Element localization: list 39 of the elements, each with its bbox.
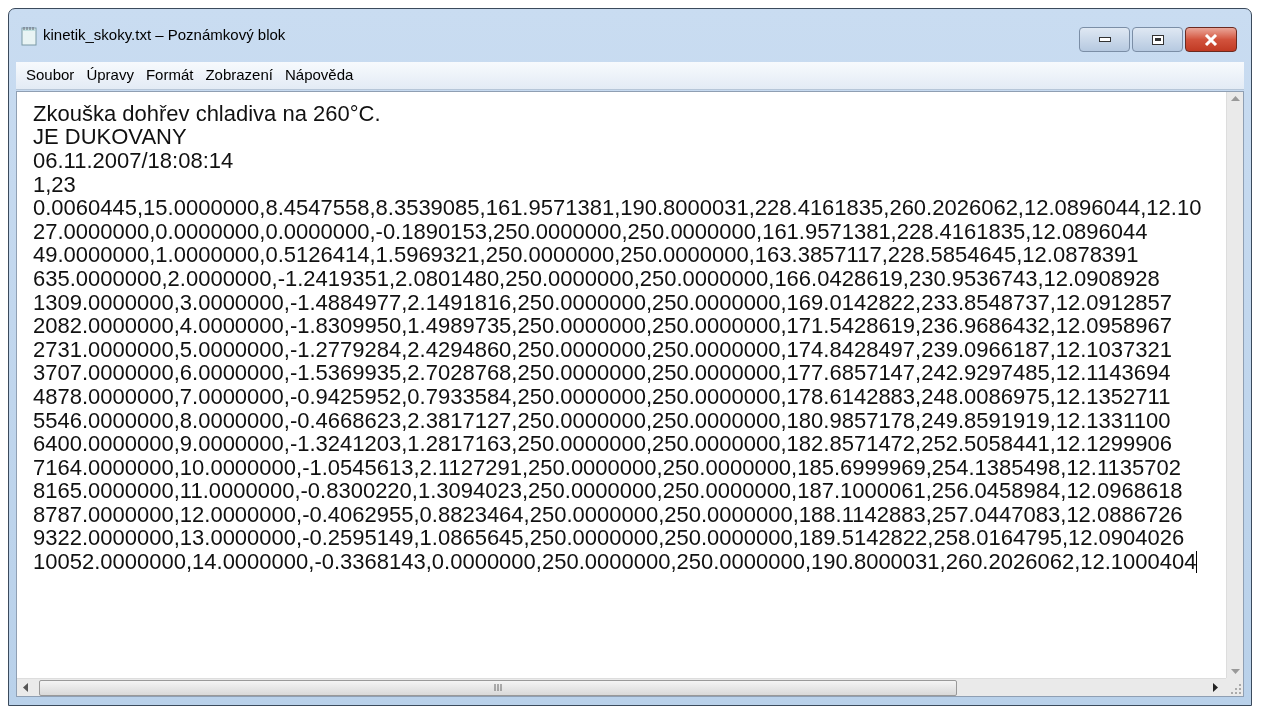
- text-line: 06.11.2007/18:08:14: [33, 149, 234, 173]
- maximize-icon: [1151, 34, 1164, 45]
- text-line: 2082.0000000,4.0000000,-1.8309950,1.4989735,250.0000000,250.0000000,171.5428619,236.9686432,12.0958967: [33, 314, 1172, 339]
- minimize-icon: [1098, 37, 1111, 42]
- text-line: 8787.0000000,12.0000000,-0.4062955,0.8823464,250.0000000,250.0000000,188.1142883,257.0447083,12.0886726: [33, 502, 1183, 527]
- menu-item[interactable]: Zobrazení: [199, 63, 279, 88]
- text-line: 635.0000000,2.0000000,-1.2419351,2.0801480,250.0000000,250.0000000,166.0428619,230.9536743,12.0908928: [33, 266, 1160, 291]
- minimize-button[interactable]: [1079, 27, 1130, 52]
- window-title: kinetik_skoky.txt – Poznámkový blok: [43, 25, 286, 46]
- text-line: 2731.0000000,5.0000000,-1.2779284,2.4294860,250.0000000,250.0000000,174.8428497,239.0966187,12.1037321: [33, 337, 1172, 362]
- close-icon: [1204, 33, 1218, 46]
- text-line: 9322.0000000,13.0000000,-0.2595149,1.0865645,250.0000000,250.0000000,189.5142822,258.0164795,12.0904026: [33, 526, 1185, 551]
- text-line: 0.0060445,15.0000000,8.4547558,8.3539085,161.9571381,190.8000031,228.4161835,260.2026062,12.0896044,12.10: [33, 196, 1202, 221]
- text-line: 8165.0000000,11.0000000,-0.8300220,1.3094023,250.0000000,250.0000000,187.1000061,256.0458984,12.0968618: [33, 479, 1183, 504]
- grip-icon: [494, 684, 502, 691]
- close-button[interactable]: [1185, 27, 1237, 52]
- text-line: 3707.0000000,6.0000000,-1.5369935,2.7028768,250.0000000,250.0000000,177.6857147,242.9297485,12.1143694: [33, 361, 1171, 386]
- notepad-icon: [21, 25, 37, 46]
- menu-item[interactable]: Formát: [139, 63, 200, 88]
- text-line: 49.0000000,1.0000000,0.5126414,1.5969321,250.0000000,250.0000000,163.3857117,228.5854645,12.0878391: [33, 243, 1139, 268]
- text-line: Zkouška dohřev chladiva na 260°C.: [33, 101, 381, 126]
- text-line: 27.0000000,0.0000000,0.0000000,-0.1890153,250.0000000,250.0000000,161.9571381,228.4161835,12.0896044: [33, 219, 1148, 244]
- text-line: 10052.0000000,14.0000000,-0.3368143,0.0000000,250.0000000,250.0000000,190.8000031,260.2026062,12.1000404: [33, 550, 1197, 575]
- text-line: JE DUKOVANY: [33, 125, 187, 150]
- menu-item[interactable]: Soubor: [20, 63, 81, 88]
- maximize-button[interactable]: [1132, 27, 1183, 52]
- scroll-left-icon[interactable]: [23, 683, 28, 692]
- text-line: 4878.0000000,7.0000000,-0.9425952,0.7933584,250.0000000,250.0000000,178.6142883,248.0086975,12.1352711: [33, 384, 1171, 409]
- scroll-right-icon[interactable]: [1213, 683, 1218, 692]
- text-line: 7164.0000000,10.0000000,-1.0545613,2.1127291,250.0000000,250.0000000,185.6999969,254.1385498,12.1135702: [33, 455, 1181, 480]
- text-line: 5546.0000000,8.0000000,-0.4668623,2.3817127,250.0000000,250.0000000,180.9857178,249.8591919,12.1331100: [33, 408, 1171, 433]
- text-line: 1,23: [33, 172, 76, 197]
- menu-item[interactable]: Úpravy: [80, 63, 140, 88]
- menu-item[interactable]: Nápověda: [278, 63, 360, 88]
- text-line: 1309.0000000,3.0000000,-1.4884977,2.1491816,250.0000000,250.0000000,169.0142822,233.8548737,12.0912857: [33, 290, 1172, 315]
- scrollbar-thumb[interactable]: [39, 679, 957, 696]
- size-grip-icon[interactable]: [1231, 684, 1241, 694]
- horizontal-scrollbar[interactable]: [17, 678, 1226, 696]
- text-line: 6400.0000000,9.0000000,-1.3241203,1.2817163,250.0000000,250.0000000,182.8571472,252.5058441,12.1299906: [33, 432, 1172, 457]
